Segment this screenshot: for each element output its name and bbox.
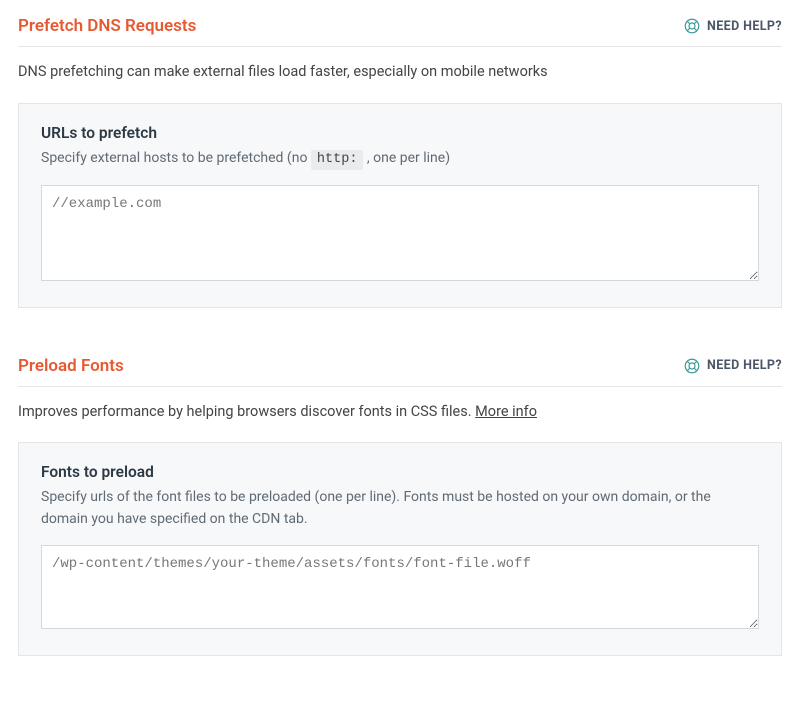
need-help-link[interactable]: NEED HELP? xyxy=(683,357,782,375)
panel-description: Specify external hosts to be prefetched … xyxy=(41,148,759,171)
section-description: Improves performance by helping browsers… xyxy=(18,401,782,423)
section-title: Prefetch DNS Requests xyxy=(18,16,196,36)
more-info-link[interactable]: More info xyxy=(475,403,537,420)
section-preload-fonts: Preload Fonts NEED HELP? Improves perfor… xyxy=(18,356,782,656)
section-description-text: Improves performance by helping browsers… xyxy=(18,403,475,420)
lifebuoy-icon xyxy=(683,357,701,375)
need-help-link[interactable]: NEED HELP? xyxy=(683,17,782,35)
panel-title: URLs to prefetch xyxy=(41,124,759,142)
panel-description: Specify urls of the font files to be pre… xyxy=(41,487,759,530)
section-header: Prefetch DNS Requests NEED HELP? xyxy=(18,16,782,47)
panel-desc-text-after: , one per line) xyxy=(363,150,450,166)
section-header: Preload Fonts NEED HELP? xyxy=(18,356,782,387)
code-chip-http: http: xyxy=(311,150,364,170)
section-prefetch-dns: Prefetch DNS Requests NEED HELP? DNS pre… xyxy=(18,16,782,308)
section-title: Preload Fonts xyxy=(18,356,124,376)
preload-fonts-textarea[interactable] xyxy=(41,545,759,629)
panel-urls-to-prefetch: URLs to prefetch Specify external hosts … xyxy=(18,103,782,308)
need-help-label: NEED HELP? xyxy=(707,19,782,34)
section-description: DNS prefetching can make external files … xyxy=(18,61,782,83)
need-help-label: NEED HELP? xyxy=(707,358,782,373)
lifebuoy-icon xyxy=(683,17,701,35)
panel-title: Fonts to preload xyxy=(41,463,759,481)
panel-fonts-to-preload: Fonts to preload Specify urls of the fon… xyxy=(18,442,782,655)
panel-desc-text-before: Specify external hosts to be prefetched … xyxy=(41,150,311,166)
prefetch-urls-textarea[interactable] xyxy=(41,185,759,281)
